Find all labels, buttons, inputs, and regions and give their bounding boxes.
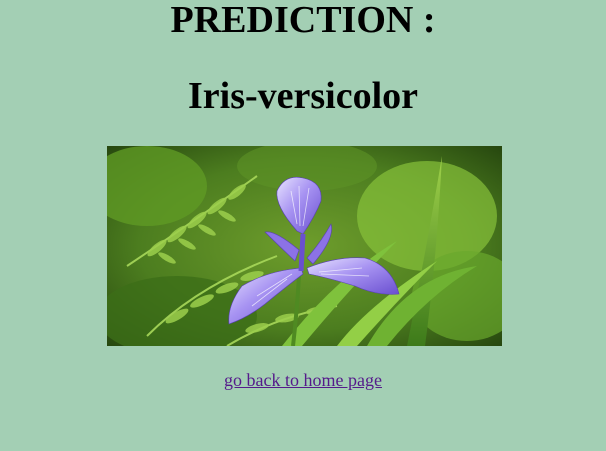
prediction-page: PREDICTION : Iris-versicolor go back to … (0, 0, 606, 451)
predicted-species: Iris-versicolor (187, 75, 419, 117)
iris-flower-image (107, 146, 502, 346)
iris-flower-illustration (107, 146, 502, 346)
home-page-link[interactable]: go back to home page (224, 370, 382, 390)
home-link-container: go back to home page (0, 369, 606, 391)
prediction-heading: PREDICTION : (170, 0, 436, 41)
